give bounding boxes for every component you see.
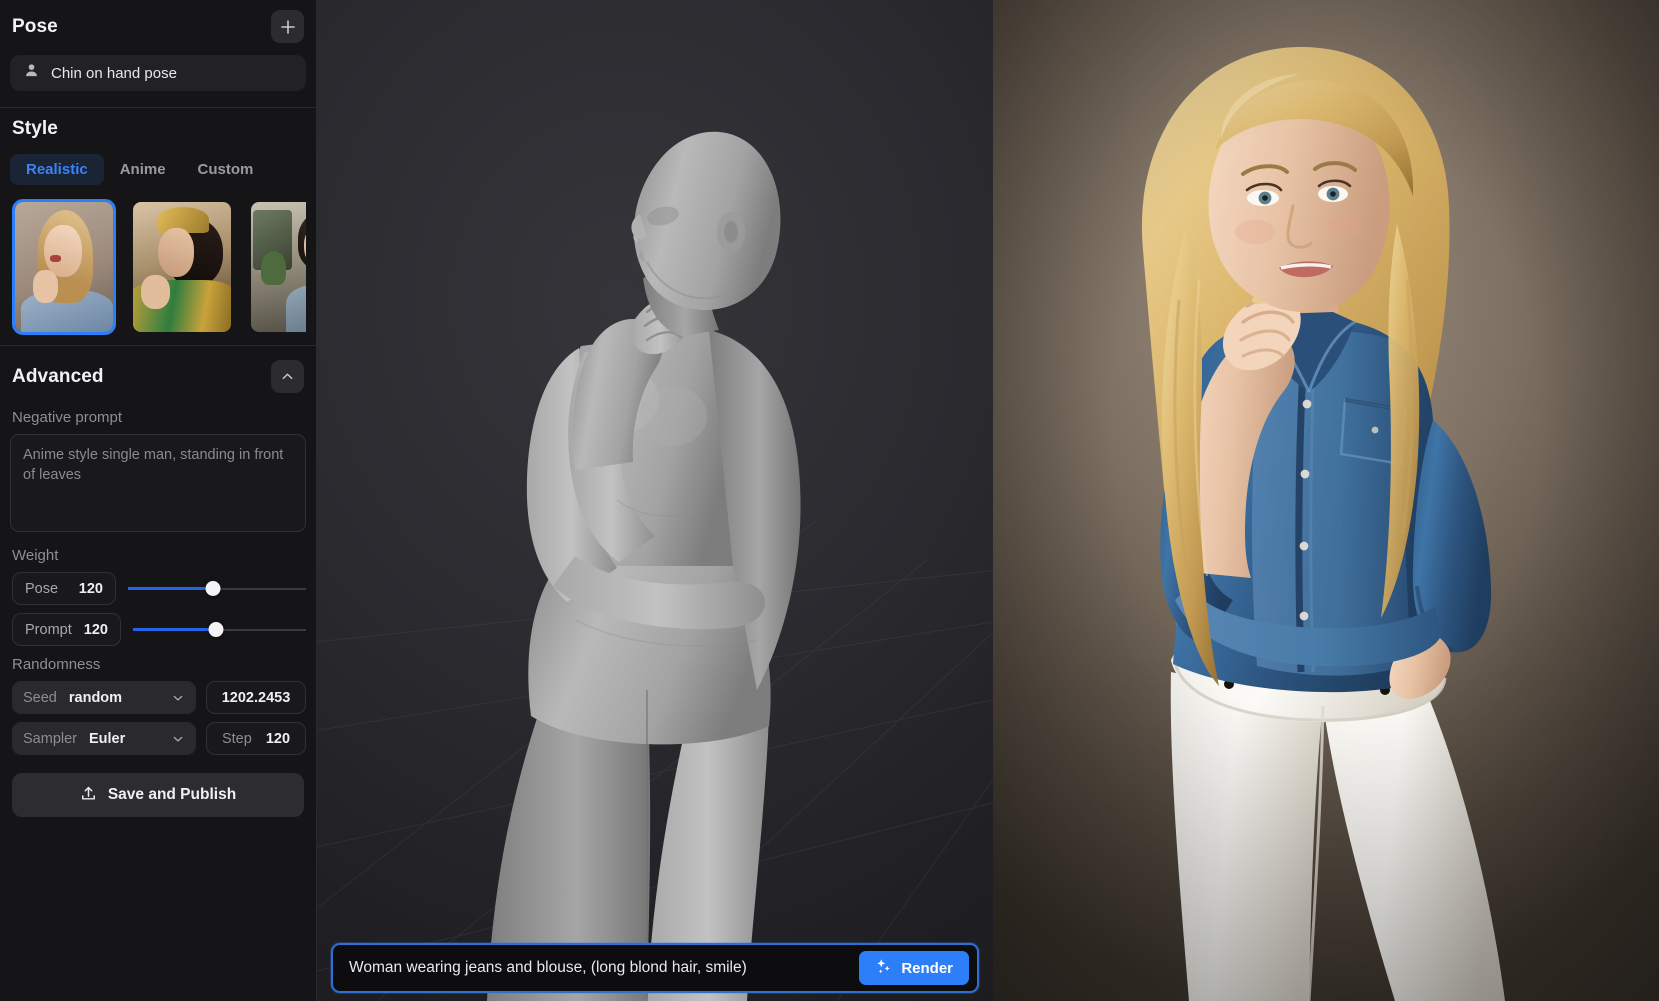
style-thumbnail-realistic-3[interactable]	[248, 199, 306, 335]
sampler-label: Sampler	[23, 730, 77, 747]
generated-image-panel[interactable]	[993, 0, 1659, 1001]
prompt-weight-key: Prompt	[25, 621, 72, 638]
thumbnail-art	[251, 202, 306, 332]
collapse-advanced-button[interactable]	[271, 360, 304, 393]
prompt-input[interactable]	[349, 959, 860, 977]
chevron-up-icon	[280, 369, 295, 384]
weight-row-prompt: Prompt 120	[12, 613, 306, 646]
pose-section-title: Pose	[12, 15, 58, 37]
person-icon	[24, 63, 39, 83]
pose-weight-slider[interactable]	[128, 581, 306, 596]
add-pose-button[interactable]	[271, 10, 304, 43]
seed-value: random	[68, 689, 123, 706]
tab-anime[interactable]: Anime	[104, 154, 182, 185]
seed-number-value: 1202.2453	[221, 689, 291, 706]
image-vignette	[993, 0, 1659, 1001]
style-thumbnail-realistic-1[interactable]	[12, 199, 116, 335]
negative-prompt-input[interactable]	[10, 434, 306, 532]
thumbnail-art	[133, 202, 231, 332]
save-and-publish-button[interactable]: Save and Publish	[12, 773, 304, 817]
save-and-publish-label: Save and Publish	[107, 786, 237, 803]
prompt-weight-slider[interactable]	[132, 622, 306, 637]
style-tabs: Realistic Anime Custom	[10, 154, 306, 185]
step-field[interactable]: Step 120	[206, 722, 306, 755]
style-section-header: Style	[10, 108, 306, 148]
randomness-label: Randomness	[12, 656, 101, 673]
upload-icon	[80, 785, 97, 805]
chevron-down-icon	[171, 732, 185, 746]
seed-label: Seed	[23, 689, 57, 706]
render-button[interactable]: Render	[859, 951, 969, 985]
3d-mannequin-model[interactable]	[317, 0, 993, 1001]
advanced-section-title: Advanced	[12, 365, 104, 387]
seed-number-field[interactable]: 1202.2453	[206, 681, 306, 714]
style-thumbnail-list	[10, 197, 306, 345]
weight-row-pose: Pose 120	[12, 572, 306, 605]
thumbnail-art	[15, 202, 113, 332]
left-sidebar: Pose Chin on hand pose Style Realistic A…	[0, 0, 317, 1001]
app-root: Pose Chin on hand pose Style Realistic A…	[0, 0, 1659, 1001]
pose-list-item[interactable]: Chin on hand pose	[10, 55, 306, 91]
style-section-title: Style	[12, 118, 58, 139]
pose-weight-key: Pose	[25, 580, 59, 597]
style-thumbnail-realistic-2[interactable]	[130, 199, 234, 335]
seed-dropdown[interactable]: Seed random	[12, 681, 196, 714]
pose-section-header: Pose	[10, 0, 306, 51]
tab-realistic[interactable]: Realistic	[10, 154, 104, 185]
step-value: 120	[265, 730, 291, 747]
sampler-dropdown[interactable]: Sampler Euler	[12, 722, 196, 755]
tab-custom[interactable]: Custom	[182, 154, 270, 185]
pose-item-label: Chin on hand pose	[51, 64, 177, 82]
prompt-weight-field[interactable]: Prompt 120	[12, 613, 121, 646]
negative-prompt-label: Negative prompt	[12, 409, 123, 426]
prompt-bar: Render	[331, 943, 979, 993]
plus-icon	[280, 19, 296, 35]
pose-weight-value: 120	[78, 580, 103, 597]
pose-viewport[interactable]: Render	[317, 0, 993, 1001]
style-section: Style Realistic Anime Custom	[0, 108, 316, 345]
render-button-label: Render	[901, 959, 953, 977]
randomness-row-seed: Seed random 1202.2453	[12, 681, 306, 714]
advanced-section-header: Advanced	[10, 346, 306, 399]
pose-weight-field[interactable]: Pose 120	[12, 572, 116, 605]
step-label: Step	[221, 730, 252, 747]
chevron-down-icon	[171, 691, 185, 705]
weight-label: Weight	[12, 547, 59, 564]
sparkle-icon	[875, 958, 892, 978]
sampler-value: Euler	[89, 730, 126, 747]
advanced-section: Advanced Negative prompt Weight Pose 120	[0, 346, 316, 831]
randomness-row-sampler: Sampler Euler Step 120	[12, 722, 306, 755]
prompt-weight-value: 120	[83, 621, 108, 638]
pose-section: Pose Chin on hand pose	[0, 0, 316, 107]
